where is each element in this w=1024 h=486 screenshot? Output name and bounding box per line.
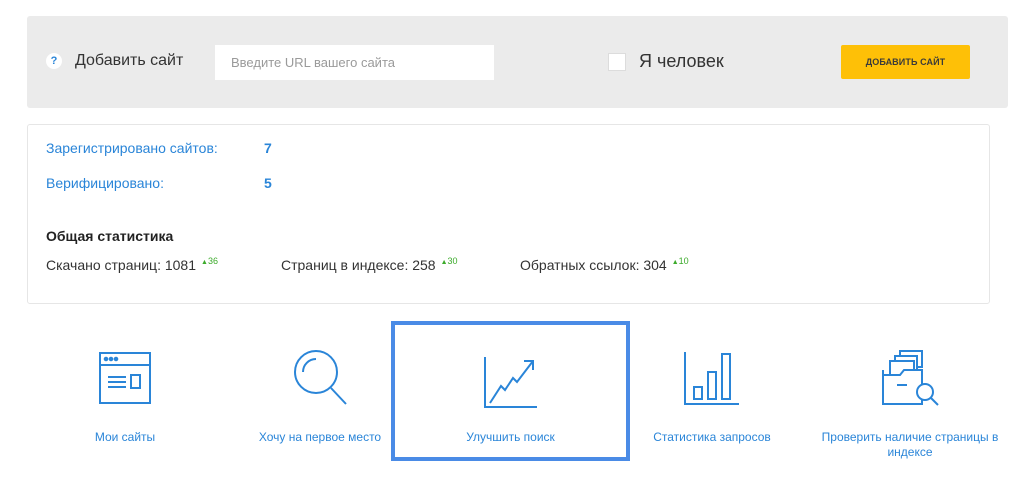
- verified-sites-count: 5: [264, 175, 272, 191]
- metric-indexed-pages: Страниц в индексе: 258 ▲30: [281, 256, 458, 273]
- add-site-button[interactable]: ДОБАВИТЬ САЙТ: [841, 45, 970, 79]
- magnifier-icon: [294, 350, 347, 405]
- url-input[interactable]: [215, 45, 494, 80]
- tile-label: Хочу на первое место: [258, 430, 382, 444]
- registered-sites-count: 7: [264, 140, 272, 156]
- add-site-label: Добавить сайт: [75, 52, 184, 69]
- trend-up-icon: [483, 357, 537, 408]
- tile-first-place[interactable]: Хочу на первое место: [250, 318, 390, 458]
- tile-query-stats[interactable]: Статистика запросов: [642, 318, 782, 458]
- verified-sites-link[interactable]: Верифицировано:: [46, 175, 164, 191]
- browser-window-icon: [99, 352, 151, 404]
- tile-my-sites[interactable]: Мои сайты: [60, 318, 190, 458]
- human-checkbox-label[interactable]: Я человек: [639, 51, 724, 72]
- registered-sites-row: Зарегистрировано сайтов: 7: [46, 140, 272, 156]
- tile-check-index[interactable]: Проверить наличие страницы в индексе: [806, 318, 1014, 459]
- metric-downloaded-pages: Скачано страниц: 1081 ▲36: [46, 256, 218, 273]
- help-icon[interactable]: ?: [46, 53, 62, 69]
- tile-label: Проверить наличие страницы в индексе: [821, 430, 999, 459]
- general-stats-title: Общая статистика: [46, 228, 174, 244]
- metric-label: Скачано страниц: 1081: [46, 257, 196, 273]
- tile-label: Улучшить поиск: [466, 430, 555, 444]
- tile-label: Статистика запросов: [653, 430, 771, 444]
- verified-sites-row: Верифицировано: 5: [46, 175, 272, 191]
- tile-label: Мои сайты: [94, 430, 156, 444]
- registered-sites-link[interactable]: Зарегистрировано сайтов:: [46, 140, 218, 156]
- metric-delta: ▲36: [201, 256, 218, 266]
- documents-search-icon: [882, 350, 939, 406]
- tile-improve-search[interactable]: Улучшить поиск: [391, 321, 630, 461]
- metric-delta: ▲30: [440, 256, 458, 266]
- metric-delta: ▲10: [671, 256, 689, 266]
- human-checkbox[interactable]: [608, 53, 626, 71]
- bar-chart-icon: [684, 352, 739, 405]
- metric-label: Обратных ссылок: 304: [520, 257, 667, 273]
- metric-label: Страниц в индексе: 258: [281, 257, 436, 273]
- metric-backlinks: Обратных ссылок: 304 ▲10: [520, 256, 689, 273]
